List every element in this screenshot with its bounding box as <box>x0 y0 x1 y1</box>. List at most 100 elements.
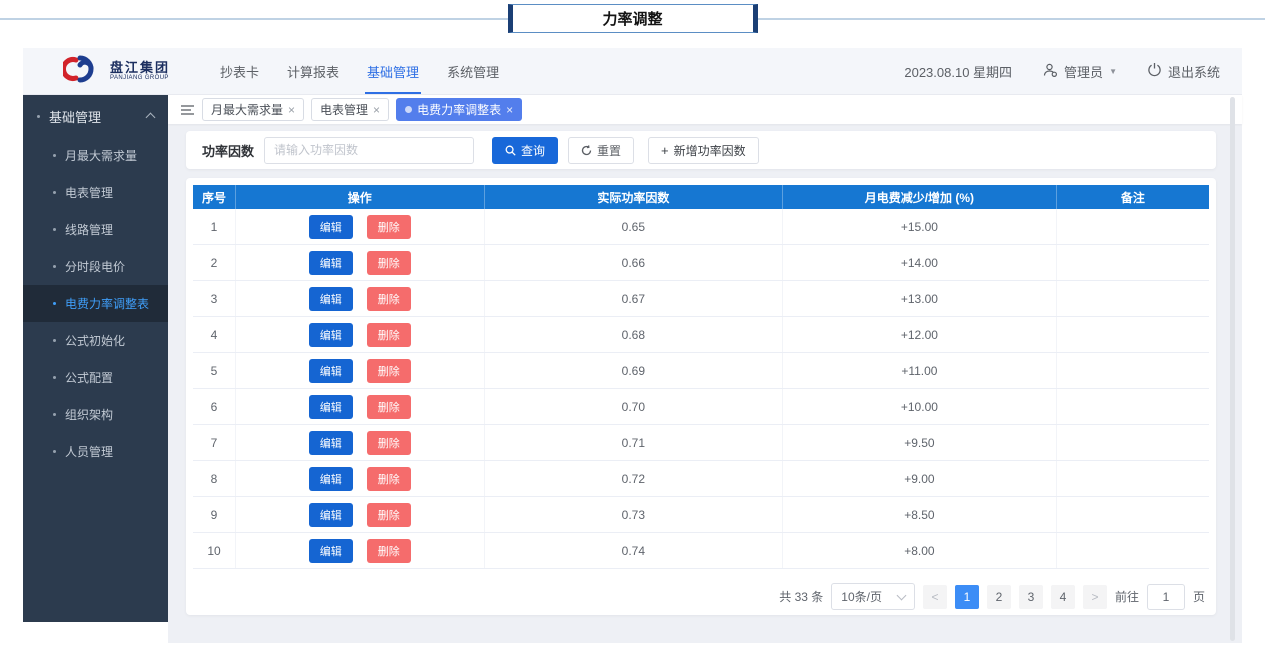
nav-item-system-mgmt[interactable]: 系统管理 <box>433 48 513 94</box>
cell-index: 4 <box>193 317 236 353</box>
cell-fee-change: +11.00 <box>783 353 1057 389</box>
cell-actions: 编辑删除 <box>236 533 484 569</box>
cell-note <box>1056 533 1209 569</box>
sidebar-group-basic-mgmt[interactable]: 基础管理 <box>23 95 168 137</box>
view-tab[interactable]: 月最大需求量× <box>202 98 304 121</box>
close-icon[interactable]: × <box>506 104 513 116</box>
tabs-list: 月最大需求量× 电表管理 × 电费力率调整表 × <box>202 98 522 121</box>
sidebar-item[interactable]: 人员管理 <box>23 433 168 470</box>
page-button[interactable]: 1 <box>955 585 979 609</box>
edit-button[interactable]: 编辑 <box>309 539 353 563</box>
power-factor-input[interactable] <box>264 137 474 164</box>
delete-button[interactable]: 删除 <box>367 251 411 275</box>
bullet-icon <box>53 339 56 342</box>
sidebar-item-label: 电费力率调整表 <box>65 295 149 312</box>
cell-power-factor: 0.73 <box>484 497 783 533</box>
sidebar-item[interactable]: 月最大需求量 <box>23 137 168 174</box>
screen: 力率调整 盘江集团 PANJIANG GROUP 抄表卡 计算报表 基础管 <box>0 0 1265 656</box>
search-button[interactable]: 查询 <box>492 137 558 164</box>
cell-actions: 编辑删除 <box>236 497 484 533</box>
edit-button[interactable]: 编辑 <box>309 431 353 455</box>
delete-button[interactable]: 删除 <box>367 503 411 527</box>
edit-button[interactable]: 编辑 <box>309 359 353 383</box>
reset-label: 重置 <box>597 142 621 159</box>
prev-page-button[interactable]: < <box>923 585 947 609</box>
tags-view-menu-icon[interactable] <box>180 104 195 116</box>
page-button[interactable]: 4 <box>1051 585 1075 609</box>
table-row: 2编辑删除0.66+14.00 <box>193 245 1209 281</box>
power-factor-table: 序号操作实际功率因数月电费减少/增加 (%)备注 1编辑删除0.65+15.00… <box>193 185 1209 569</box>
sidebar-item[interactable]: 公式配置 <box>23 359 168 396</box>
sidebar-item-label: 组织架构 <box>65 406 113 423</box>
sidebar-item-label: 线路管理 <box>65 221 113 238</box>
add-power-factor-button[interactable]: + 新增功率因数 <box>648 137 759 164</box>
sidebar-item[interactable]: 电费力率调整表 <box>23 285 168 322</box>
cell-actions: 编辑删除 <box>236 353 484 389</box>
bullet-icon <box>37 115 40 118</box>
delete-button[interactable]: 删除 <box>367 287 411 311</box>
sidebar-item[interactable]: 分时段电价 <box>23 248 168 285</box>
sidebar-item[interactable]: 组织架构 <box>23 396 168 433</box>
chevron-up-icon <box>146 112 156 122</box>
page-size-select[interactable]: 10条/页 <box>831 583 915 610</box>
tab-label: 电表管理 <box>320 101 368 118</box>
edit-button[interactable]: 编辑 <box>309 467 353 491</box>
edit-button[interactable]: 编辑 <box>309 395 353 419</box>
edit-button[interactable]: 编辑 <box>309 503 353 527</box>
reset-button[interactable]: 重置 <box>568 137 634 164</box>
top-nav: 抄表卡 计算报表 基础管理 系统管理 <box>206 48 513 94</box>
cell-index: 6 <box>193 389 236 425</box>
sidebar-item-label: 电表管理 <box>65 184 113 201</box>
cell-power-factor: 0.69 <box>484 353 783 389</box>
column-header: 月电费减少/增加 (%) <box>783 185 1057 209</box>
table-header-row: 序号操作实际功率因数月电费减少/增加 (%)备注 <box>193 185 1209 209</box>
sidebar-item[interactable]: 公式初始化 <box>23 322 168 359</box>
date-label: 2023.08.10 星期四 <box>904 62 1012 81</box>
nav-item-meter-card[interactable]: 抄表卡 <box>206 48 273 94</box>
table-card: 序号操作实际功率因数月电费减少/增加 (%)备注 1编辑删除0.65+15.00… <box>186 178 1216 615</box>
logout-label: 退出系统 <box>1168 62 1220 81</box>
delete-button[interactable]: 删除 <box>367 395 411 419</box>
nav-item-calc-report[interactable]: 计算报表 <box>273 48 353 94</box>
sidebar-item-label: 公式初始化 <box>65 332 125 349</box>
column-header: 序号 <box>193 185 236 209</box>
cell-note <box>1056 281 1209 317</box>
view-tab[interactable]: 电表管理 × <box>311 98 389 121</box>
logout-button[interactable]: 退出系统 <box>1147 62 1220 81</box>
close-icon[interactable]: × <box>288 104 295 116</box>
goto-page-input[interactable] <box>1147 584 1185 610</box>
edit-button[interactable]: 编辑 <box>309 215 353 239</box>
delete-button[interactable]: 删除 <box>367 215 411 239</box>
edit-button[interactable]: 编辑 <box>309 323 353 347</box>
page-button[interactable]: 2 <box>987 585 1011 609</box>
user-menu[interactable]: 管理员 ▼ <box>1042 62 1117 81</box>
nav-item-basic-mgmt[interactable]: 基础管理 <box>353 48 433 94</box>
sidebar-item[interactable]: 电表管理 <box>23 174 168 211</box>
main-content: 月最大需求量×电表管理×电费力率调整表× 功率因数 查询 <box>168 95 1242 643</box>
search-icon <box>505 145 516 156</box>
cell-actions: 编辑删除 <box>236 425 484 461</box>
close-icon[interactable]: × <box>373 104 380 116</box>
bullet-icon <box>53 413 56 416</box>
scrollbar[interactable] <box>1230 97 1235 641</box>
brand-name: 盘江集团 <box>110 61 170 75</box>
page-button[interactable]: 3 <box>1019 585 1043 609</box>
cell-fee-change: +8.00 <box>783 533 1057 569</box>
bullet-icon <box>53 302 56 305</box>
delete-button[interactable]: 删除 <box>367 539 411 563</box>
cell-fee-change: +9.50 <box>783 425 1057 461</box>
delete-button[interactable]: 删除 <box>367 323 411 347</box>
column-header: 操作 <box>236 185 484 209</box>
cell-index: 9 <box>193 497 236 533</box>
tab-label: 电费力率调整表 <box>417 101 501 118</box>
edit-button[interactable]: 编辑 <box>309 287 353 311</box>
table-row: 8编辑删除0.72+9.00 <box>193 461 1209 497</box>
view-tab[interactable]: 电费力率调整表 × <box>396 98 522 121</box>
edit-button[interactable]: 编辑 <box>309 251 353 275</box>
sidebar-item[interactable]: 线路管理 <box>23 211 168 248</box>
cell-power-factor: 0.72 <box>484 461 783 497</box>
delete-button[interactable]: 删除 <box>367 431 411 455</box>
next-page-button[interactable]: > <box>1083 585 1107 609</box>
delete-button[interactable]: 删除 <box>367 359 411 383</box>
delete-button[interactable]: 删除 <box>367 467 411 491</box>
